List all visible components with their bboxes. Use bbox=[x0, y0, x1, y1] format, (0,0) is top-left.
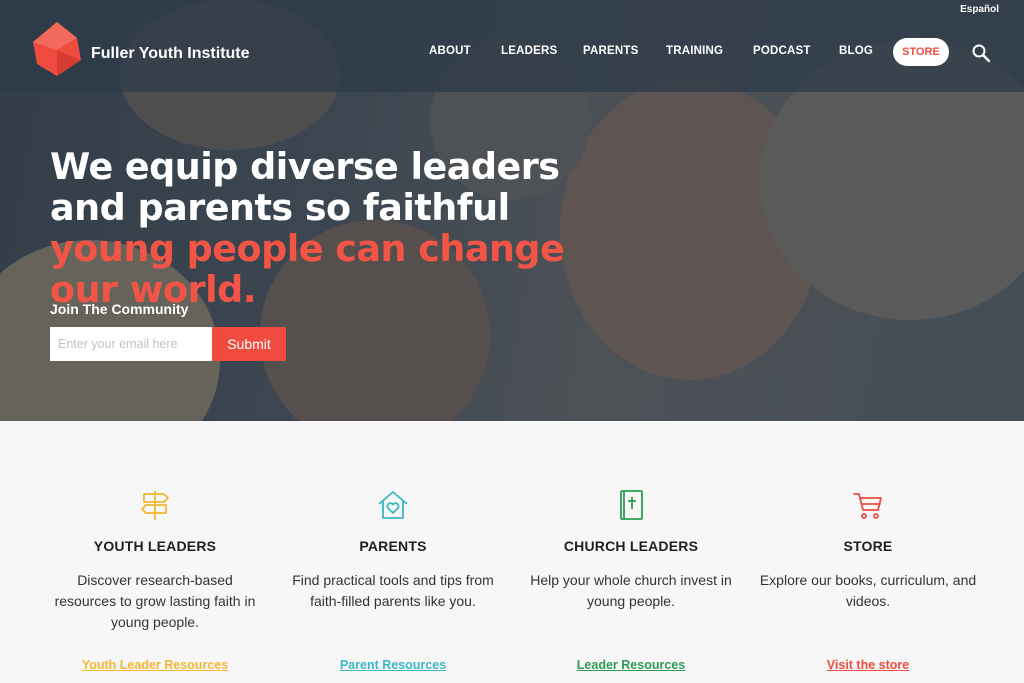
visit-store-link[interactable]: Visit the store bbox=[827, 658, 909, 672]
leader-resources-link[interactable]: Leader Resources bbox=[577, 658, 685, 672]
fyi-logo-icon[interactable] bbox=[33, 22, 81, 76]
card-title: CHURCH LEADERS bbox=[563, 538, 699, 554]
card-title: PARENTS bbox=[359, 538, 427, 554]
card-parents: PARENTS Find practical tools and tips fr… bbox=[275, 488, 511, 674]
signpost-icon bbox=[141, 491, 169, 520]
headline-main: We equip diverse leaders and parents so … bbox=[50, 145, 560, 229]
card-title: YOUTH LEADERS bbox=[93, 538, 217, 554]
card-description: Find practical tools and tips from faith… bbox=[292, 572, 494, 609]
language-link[interactable]: Español bbox=[960, 4, 999, 15]
brand-name[interactable]: Fuller Youth Institute bbox=[91, 45, 250, 63]
card-youth-leaders: YOUTH LEADERS Discover research-based re… bbox=[37, 488, 273, 674]
email-input[interactable] bbox=[50, 327, 212, 361]
house-heart-icon bbox=[378, 491, 408, 519]
nav-about[interactable]: ABOUT bbox=[429, 45, 471, 57]
nav-parents[interactable]: PARENTS bbox=[583, 45, 639, 57]
nav-training[interactable]: TRAINING bbox=[666, 45, 723, 57]
youth-leader-resources-link[interactable]: Youth Leader Resources bbox=[82, 658, 228, 672]
card-description: Explore our books, curriculum, and video… bbox=[759, 572, 977, 609]
card-church-leaders: CHURCH LEADERS Help your whole church in… bbox=[513, 488, 749, 674]
parent-resources-link[interactable]: Parent Resources bbox=[340, 658, 446, 672]
nav-leaders[interactable]: LEADERS bbox=[501, 45, 557, 57]
card-description: Discover research-based resources to gro… bbox=[54, 572, 256, 630]
nav-podcast[interactable]: PODCAST bbox=[753, 45, 811, 57]
cart-icon bbox=[853, 493, 882, 519]
card-title: STORE bbox=[843, 538, 893, 554]
card-store: STORE Explore our books, curriculum, and… bbox=[750, 488, 986, 674]
submit-button[interactable]: Submit bbox=[212, 327, 286, 361]
top-navbar: Español Fuller Youth Institute ABOUT LEA… bbox=[0, 0, 1024, 92]
nav-blog[interactable]: BLOG bbox=[839, 45, 873, 57]
hero-section: Español Fuller Youth Institute ABOUT LEA… bbox=[0, 0, 1024, 421]
join-community-label: Join The Community bbox=[50, 301, 189, 317]
headline-accent: young people can change our world. bbox=[50, 227, 565, 311]
nav-store-button[interactable]: STORE bbox=[893, 38, 949, 66]
card-description: Help your whole church invest in young p… bbox=[530, 572, 732, 609]
search-icon[interactable] bbox=[971, 43, 991, 63]
hero-headline: We equip diverse leaders and parents so … bbox=[50, 146, 610, 310]
bible-icon bbox=[620, 490, 643, 520]
